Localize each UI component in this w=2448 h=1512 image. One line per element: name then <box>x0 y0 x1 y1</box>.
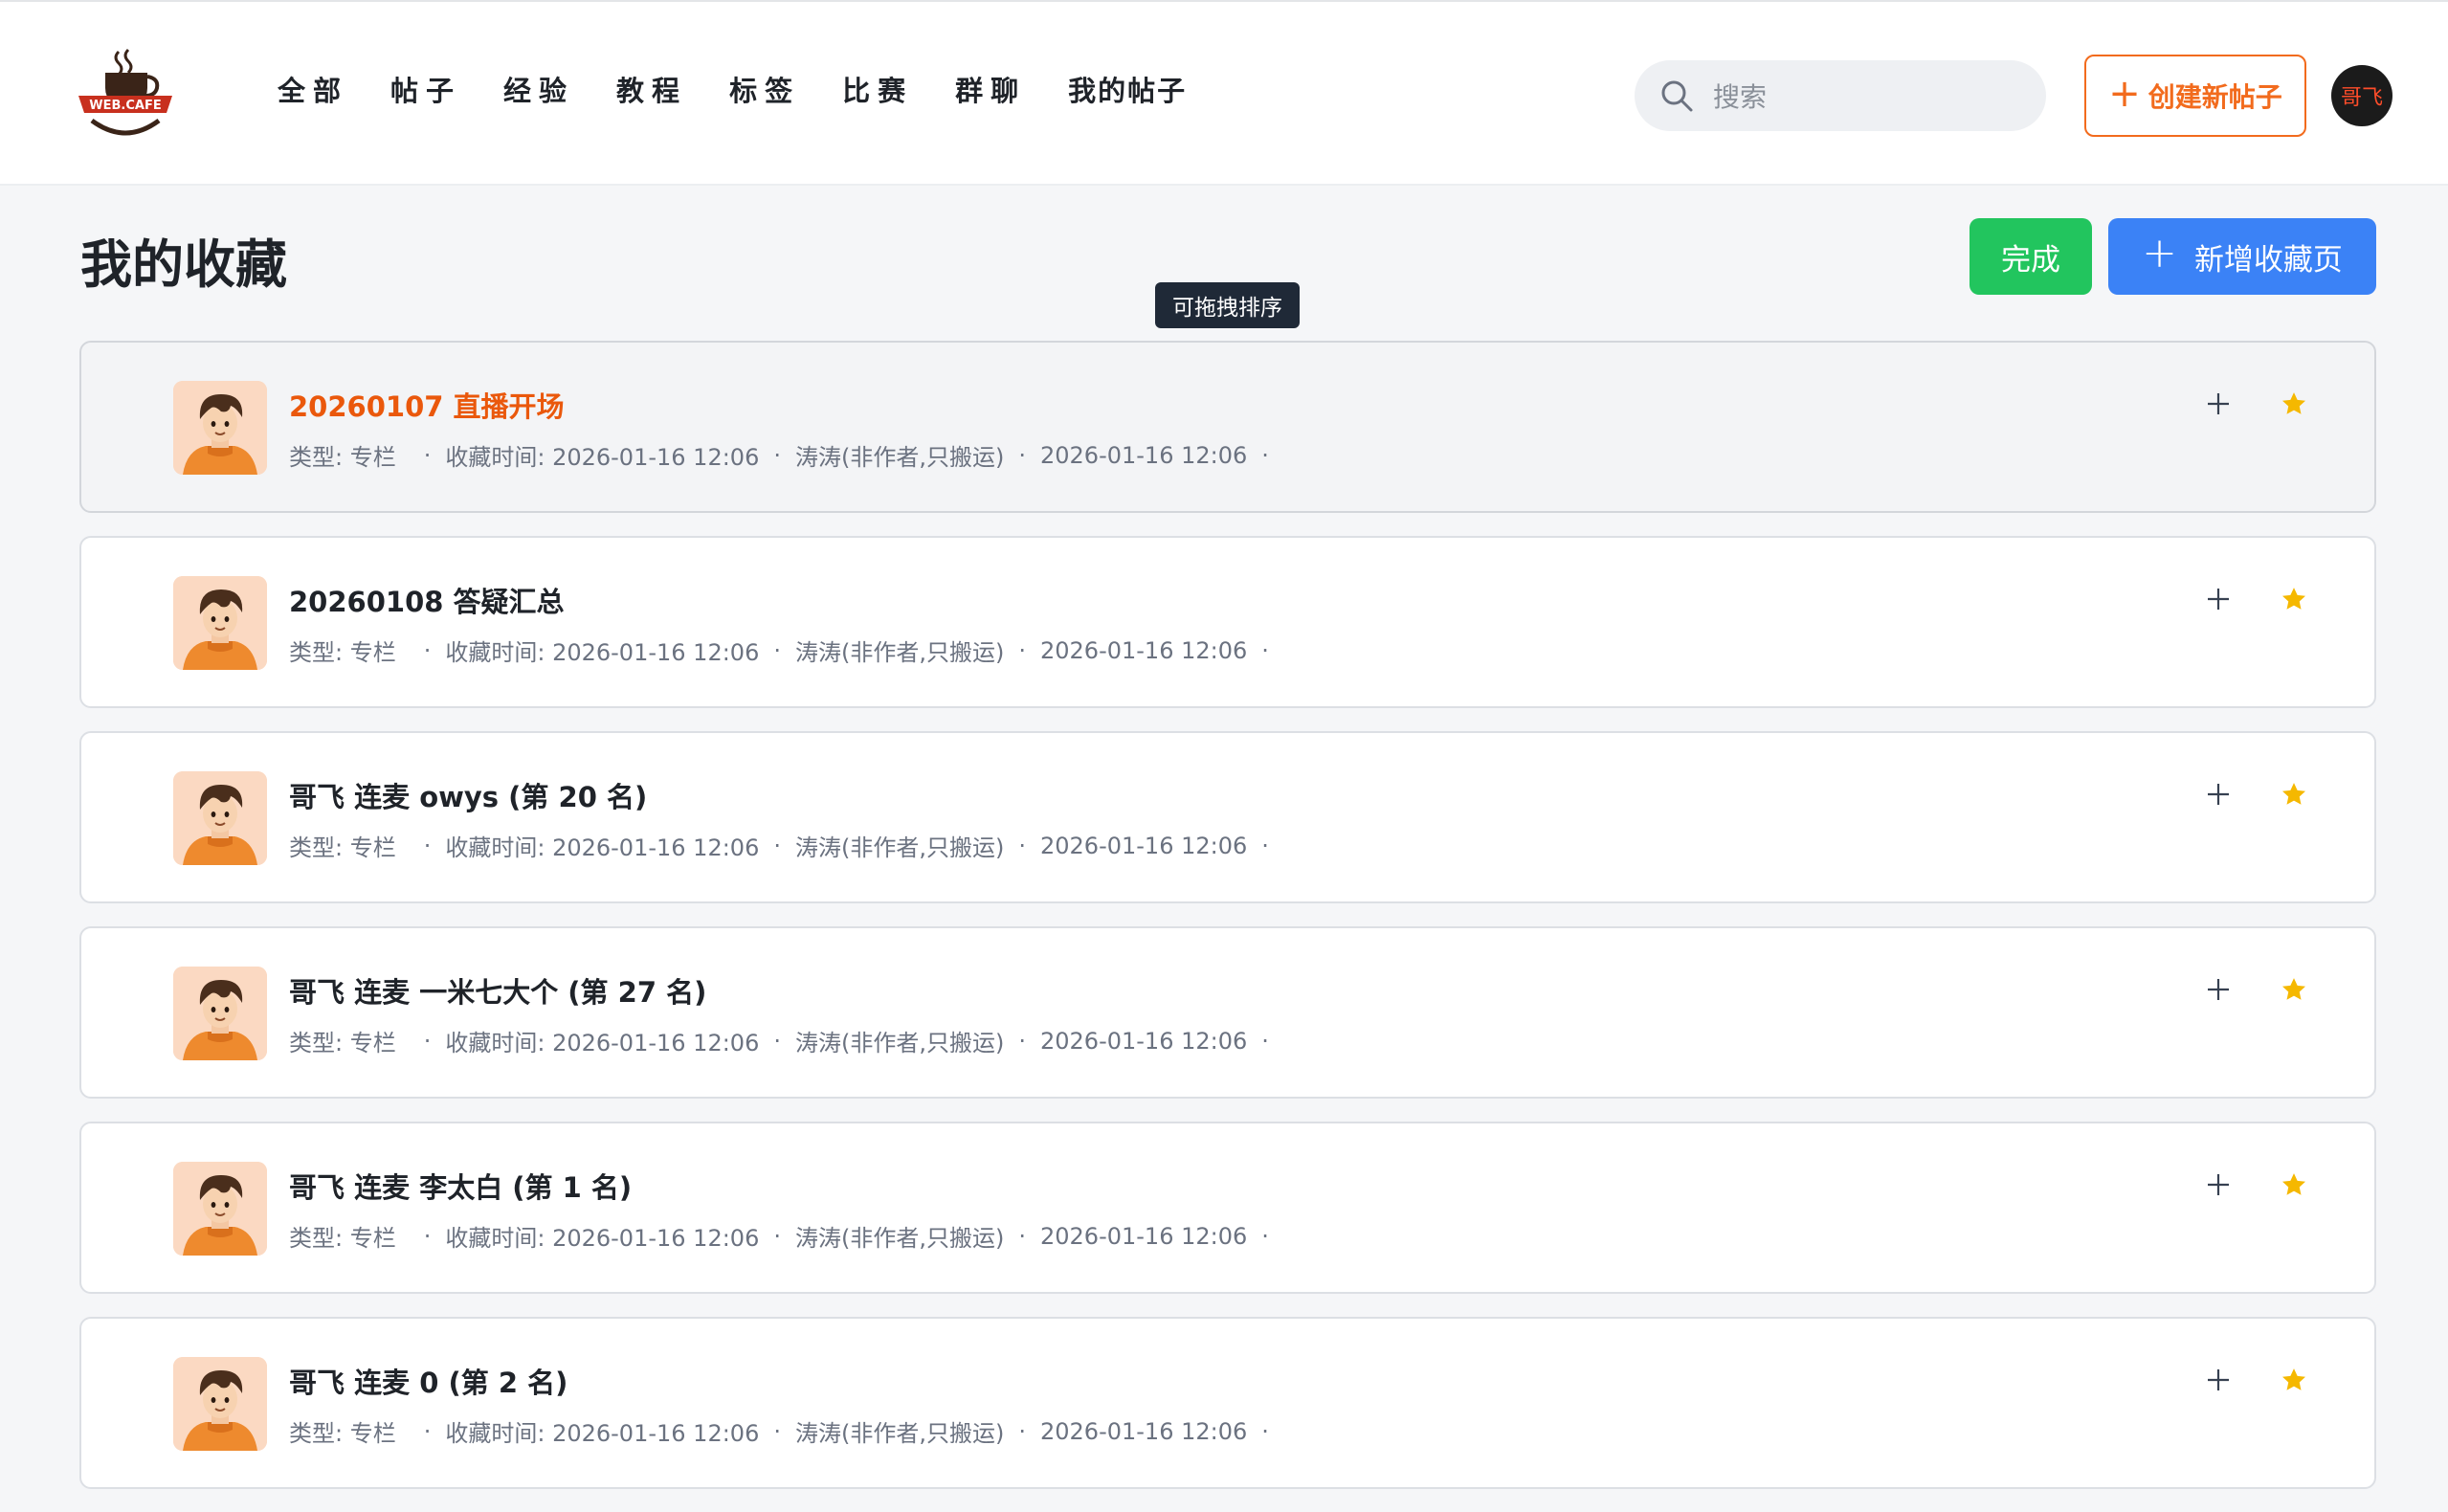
favorite-star-icon[interactable] <box>2275 580 2313 618</box>
favorite-author[interactable]: 涛涛(非作者,只搬运) <box>795 438 1004 472</box>
user-avatar-text: 哥飞 <box>2340 86 2383 110</box>
favorite-title[interactable]: 20260108 答疑汇总 <box>289 580 565 620</box>
plus-icon: + <box>2108 72 2141 116</box>
favorite-title[interactable]: 哥飞 连麦 一米七大个 (第 27 名) <box>289 970 706 1011</box>
plus-icon: + <box>2142 229 2177 278</box>
author-avatar-icon[interactable] <box>173 576 267 670</box>
page-title: 我的收藏 <box>80 234 287 295</box>
search-input[interactable] <box>1711 74 2021 120</box>
favorite-type: 类型: 专栏 <box>289 834 396 861</box>
top-header: WEB.CAFE 全部 帖子 经验 教程 标签 比赛 群聊 我的帖子 + 创建新… <box>0 0 2448 186</box>
favorite-time: 收藏时间: 2026-01-16 12:06 <box>445 1225 760 1252</box>
favorite-date: 2026-01-16 12:06 <box>1039 1222 1248 1250</box>
favorite-time: 收藏时间: 2026-01-16 12:06 <box>445 444 760 471</box>
favorite-meta: 类型: 专栏 · 收藏时间: 2026-01-16 12:06 · 涛涛(非作者… <box>289 634 1283 667</box>
favorite-date: 2026-01-16 12:06 <box>1039 441 1248 469</box>
user-avatar[interactable]: 哥飞 <box>2331 65 2392 126</box>
logo-text: WEB.CAFE <box>89 99 161 113</box>
author-avatar-icon[interactable] <box>173 1162 267 1256</box>
favorite-time: 收藏时间: 2026-01-16 12:06 <box>445 1420 760 1447</box>
nav-item-all[interactable]: 全部 <box>278 69 348 109</box>
favorite-meta: 类型: 专栏 · 收藏时间: 2026-01-16 12:06 · 涛涛(非作者… <box>289 1024 1283 1057</box>
favorite-star-icon[interactable] <box>2275 1166 2313 1204</box>
favorite-author[interactable]: 涛涛(非作者,只搬运) <box>795 634 1004 667</box>
favorite-type: 类型: 专栏 <box>289 1030 396 1056</box>
favorite-meta: 类型: 专栏 · 收藏时间: 2026-01-16 12:06 · 涛涛(非作者… <box>289 1414 1283 1448</box>
favorite-author[interactable]: 涛涛(非作者,只搬运) <box>795 829 1004 862</box>
favorite-time: 收藏时间: 2026-01-16 12:06 <box>445 834 760 861</box>
author-avatar-icon[interactable] <box>173 1357 267 1451</box>
favorite-type: 类型: 专栏 <box>289 444 396 471</box>
favorite-title[interactable]: 哥飞 连麦 owys (第 20 名) <box>289 775 647 815</box>
add-to-page-plus-icon[interactable] <box>2199 1361 2237 1399</box>
author-avatar-icon[interactable] <box>173 381 267 475</box>
nav-item-my-posts[interactable]: 我的帖子 <box>1068 69 1187 109</box>
favorite-author[interactable]: 涛涛(非作者,只搬运) <box>795 1219 1004 1253</box>
add-to-page-plus-icon[interactable] <box>2199 385 2237 423</box>
favorite-meta: 类型: 专栏 · 收藏时间: 2026-01-16 12:06 · 涛涛(非作者… <box>289 1219 1283 1253</box>
add-to-page-plus-icon[interactable] <box>2199 1166 2237 1204</box>
favorite-author[interactable]: 涛涛(非作者,只搬运) <box>795 1024 1004 1057</box>
nav-item-experience[interactable]: 经验 <box>503 69 574 109</box>
favorite-type: 类型: 专栏 <box>289 1420 396 1447</box>
favorite-date: 2026-01-16 12:06 <box>1039 1417 1248 1445</box>
nav-item-groups[interactable]: 群聊 <box>955 69 1026 109</box>
nav-item-tutorials[interactable]: 教程 <box>616 69 687 109</box>
favorite-meta: 类型: 专栏 · 收藏时间: 2026-01-16 12:06 · 涛涛(非作者… <box>289 829 1283 862</box>
favorite-time: 收藏时间: 2026-01-16 12:06 <box>445 1030 760 1056</box>
favorite-star-icon[interactable] <box>2275 385 2313 423</box>
favorite-star-icon[interactable] <box>2275 775 2313 813</box>
author-avatar-icon[interactable] <box>173 967 267 1060</box>
add-to-page-plus-icon[interactable] <box>2199 775 2237 813</box>
add-to-page-plus-icon[interactable] <box>2199 580 2237 618</box>
site-logo-icon[interactable]: WEB.CAFE <box>77 46 174 144</box>
favorite-title[interactable]: 20260107 直播开场 <box>289 385 565 425</box>
nav-item-tags[interactable]: 标签 <box>729 69 800 109</box>
favorite-date: 2026-01-16 12:06 <box>1039 832 1248 859</box>
favorite-meta: 类型: 专栏 · 收藏时间: 2026-01-16 12:06 · 涛涛(非作者… <box>289 438 1283 472</box>
add-to-page-plus-icon[interactable] <box>2199 970 2237 1009</box>
drag-sort-tooltip: 可拖拽排序 <box>1155 282 1300 328</box>
favorite-star-icon[interactable] <box>2275 1361 2313 1399</box>
favorites-list: 20260107 直播开场 类型: 专栏 · 收藏时间: 2026-01-16 … <box>79 341 2376 1512</box>
favorite-date: 2026-01-16 12:06 <box>1039 1027 1248 1055</box>
favorite-title[interactable]: 哥飞 连麦 0 (第 2 名) <box>289 1361 567 1401</box>
author-avatar-icon[interactable] <box>173 771 267 865</box>
favorite-type: 类型: 专栏 <box>289 1225 396 1252</box>
favorite-card[interactable]: 哥飞 连麦 0 (第 2 名) 类型: 专栏 · 收藏时间: 2026-01-1… <box>79 1317 2376 1489</box>
search-box[interactable] <box>1635 60 2046 131</box>
favorite-card[interactable]: 20260108 答疑汇总 类型: 专栏 · 收藏时间: 2026-01-16 … <box>79 536 2376 708</box>
done-button[interactable]: 完成 <box>1970 218 2092 295</box>
favorite-date: 2026-01-16 12:06 <box>1039 636 1248 664</box>
search-icon <box>1659 78 1694 113</box>
favorite-title[interactable]: 哥飞 连麦 李太白 (第 1 名) <box>289 1166 632 1206</box>
nav-item-contests[interactable]: 比赛 <box>842 69 913 109</box>
favorite-card[interactable]: 20260107 直播开场 类型: 专栏 · 收藏时间: 2026-01-16 … <box>79 341 2376 513</box>
create-post-label: 创建新帖子 <box>2148 81 2282 113</box>
favorite-type: 类型: 专栏 <box>289 639 396 666</box>
favorite-star-icon[interactable] <box>2275 970 2313 1009</box>
favorite-author[interactable]: 涛涛(非作者,只搬运) <box>795 1414 1004 1448</box>
main-nav: 全部 帖子 经验 教程 标签 比赛 群聊 我的帖子 <box>278 69 1229 109</box>
add-favorites-page-button[interactable]: + 新增收藏页 <box>2108 218 2376 295</box>
add-favorites-page-label: 新增收藏页 <box>2193 242 2343 278</box>
favorite-card[interactable]: 哥飞 连麦 一米七大个 (第 27 名) 类型: 专栏 · 收藏时间: 2026… <box>79 926 2376 1099</box>
favorite-card[interactable]: 哥飞 连麦 李太白 (第 1 名) 类型: 专栏 · 收藏时间: 2026-01… <box>79 1122 2376 1294</box>
create-post-button[interactable]: + 创建新帖子 <box>2084 55 2306 137</box>
favorite-card[interactable]: 哥飞 连麦 owys (第 20 名) 类型: 专栏 · 收藏时间: 2026-… <box>79 731 2376 903</box>
favorite-time: 收藏时间: 2026-01-16 12:06 <box>445 639 760 666</box>
nav-item-posts[interactable]: 帖子 <box>390 69 461 109</box>
